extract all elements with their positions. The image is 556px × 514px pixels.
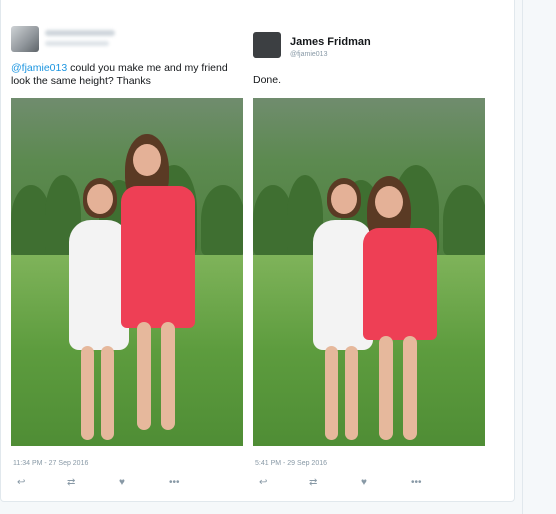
user-name[interactable]: James Fridman: [290, 36, 371, 48]
user-handle[interactable]: @fjamie013: [290, 51, 327, 58]
girl-red-dress: [117, 134, 203, 446]
avatar[interactable]: [11, 26, 39, 52]
tweet-text: Done.: [253, 74, 282, 86]
blurred-user-handle: [45, 41, 109, 46]
retweet-icon[interactable]: ⇄: [309, 476, 317, 490]
tweet-actions: ↩ ⇄ ♥ •••: [253, 476, 489, 490]
tweet-card: @fjamie013 could you make me and my frie…: [0, 0, 515, 502]
more-icon[interactable]: •••: [169, 476, 180, 490]
tweet-timestamp[interactable]: 5:41 PM - 29 Sep 2016: [255, 460, 327, 467]
right-tweet: James Fridman @fjamie013 Done. 5:41 PM -…: [253, 0, 489, 500]
tweet-timestamp[interactable]: 11:34 PM - 27 Sep 2016: [13, 460, 88, 467]
blurred-user-name: [45, 30, 115, 36]
left-tweet: @fjamie013 could you make me and my frie…: [11, 0, 247, 500]
mention-link[interactable]: @fjamie013: [11, 62, 67, 74]
tweet-photo[interactable]: [253, 98, 485, 446]
girl-red-dress: [359, 176, 445, 446]
retweet-icon[interactable]: ⇄: [67, 476, 75, 490]
reply-icon[interactable]: ↩: [259, 476, 267, 490]
tweet-photo[interactable]: [11, 98, 243, 446]
avatar[interactable]: [253, 32, 281, 58]
more-icon[interactable]: •••: [411, 476, 422, 490]
reply-icon[interactable]: ↩: [17, 476, 25, 490]
tweet-text: @fjamie013 could you make me and my frie…: [11, 62, 247, 88]
heart-icon[interactable]: ♥: [361, 476, 367, 490]
heart-icon[interactable]: ♥: [119, 476, 125, 490]
page-sidebar-strip: [522, 0, 556, 514]
tweet-actions: ↩ ⇄ ♥ •••: [11, 476, 247, 490]
